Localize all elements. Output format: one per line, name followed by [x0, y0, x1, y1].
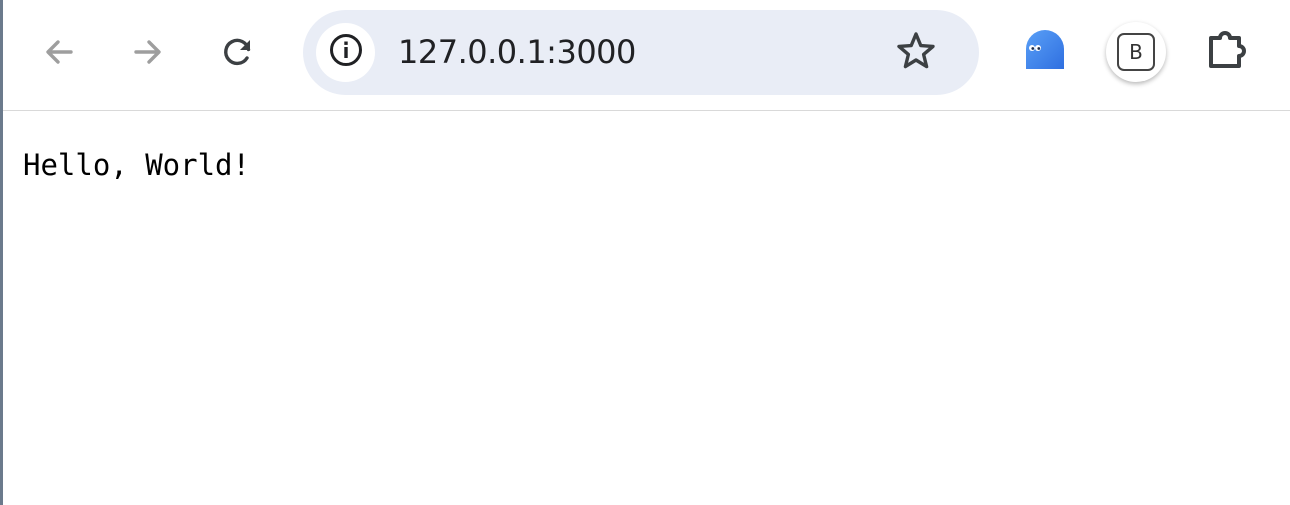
- address-bar[interactable]: 127.0.0.1:3000: [303, 10, 979, 95]
- browser-window: 127.0.0.1:3000 B Hello, World!: [0, 0, 1290, 505]
- b-extension-icon: B: [1117, 33, 1155, 71]
- back-button[interactable]: [37, 30, 81, 74]
- bookmark-button[interactable]: [893, 30, 939, 76]
- page-content: Hello, World!: [3, 112, 1290, 505]
- reload-icon: [220, 34, 256, 70]
- b-extension-label: B: [1129, 40, 1143, 64]
- arrow-left-icon: [41, 34, 77, 70]
- browser-toolbar: 127.0.0.1:3000 B: [3, 0, 1290, 111]
- ghost-extension-button[interactable]: [1021, 29, 1069, 75]
- extensions-menu-button[interactable]: [1203, 28, 1253, 76]
- page-body-text: Hello, World!: [23, 148, 250, 182]
- site-info-button[interactable]: [316, 23, 375, 82]
- info-icon: [329, 33, 363, 72]
- puzzle-icon: [1205, 28, 1251, 77]
- forward-button[interactable]: [126, 30, 170, 74]
- reload-button[interactable]: [216, 30, 260, 74]
- b-extension-button[interactable]: B: [1106, 22, 1166, 82]
- arrow-right-icon: [130, 34, 166, 70]
- ghost-icon: [1023, 29, 1067, 76]
- url-text[interactable]: 127.0.0.1:3000: [398, 32, 636, 72]
- star-outline-icon: [894, 29, 938, 78]
